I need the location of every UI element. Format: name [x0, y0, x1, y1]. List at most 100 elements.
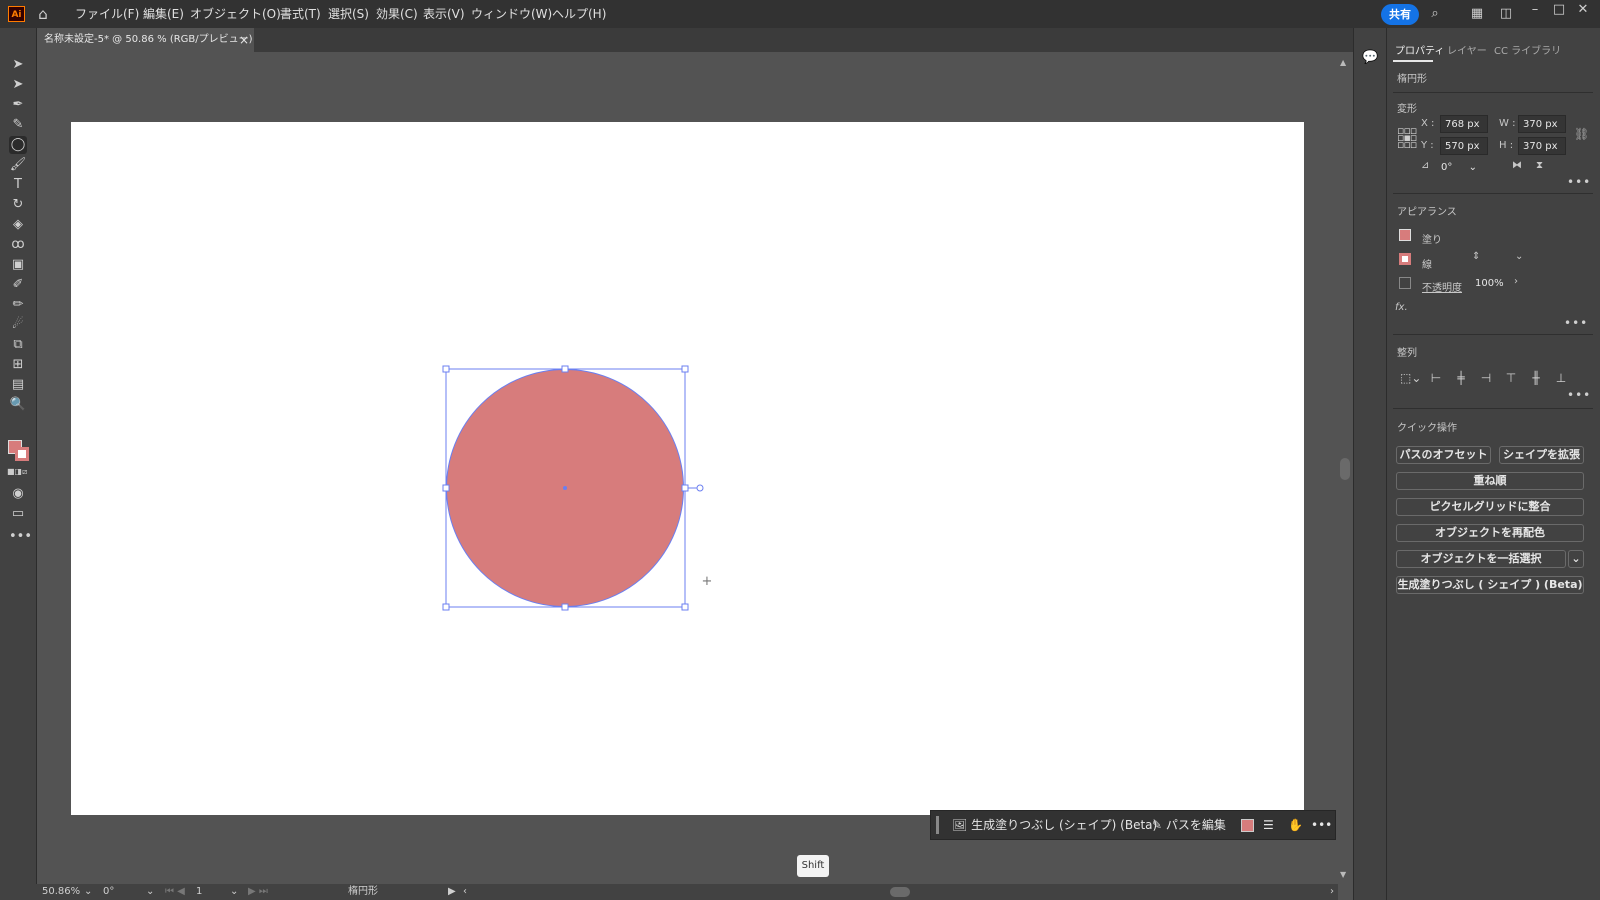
recolor-button[interactable]: オブジェクトを再配色 — [1396, 524, 1584, 542]
eyedropper-tool[interactable]: ✐ — [9, 276, 27, 294]
selection-tool[interactable]: ➤ — [9, 56, 27, 74]
fill-color-swatch[interactable] — [1399, 229, 1411, 241]
menu-window[interactable]: ウィンドウ(W) — [471, 0, 552, 28]
align-bottom-icon[interactable]: ⊥ — [1554, 370, 1568, 386]
stroke-weight-stepper-icon[interactable]: ⇕ — [1472, 251, 1480, 262]
scroll-down-icon[interactable]: ▼ — [1340, 870, 1346, 879]
menu-object[interactable]: オブジェクト(O) — [190, 0, 281, 28]
pencil-tool[interactable]: ✏ — [9, 296, 27, 314]
gradient-tool[interactable]: ▣ — [9, 256, 27, 274]
generative-fill-button[interactable]: 生成塗りつぶし ( シェイプ ) (Beta) — [1396, 576, 1584, 594]
align-to-icon[interactable]: ⬚⌄ — [1400, 370, 1421, 386]
paintbrush-tool[interactable]: 🖌 — [9, 156, 27, 174]
align-left-icon[interactable]: ⊢ — [1429, 370, 1443, 386]
flip-horizontal-icon[interactable]: ⧓ — [1512, 160, 1522, 171]
maximize-icon[interactable]: □ — [1551, 2, 1567, 18]
edit-path-button[interactable]: ✎ パスを編集 — [1152, 810, 1226, 840]
opacity-label[interactable]: 不透明度 — [1422, 279, 1462, 294]
chart-tool[interactable]: ▤ — [9, 376, 27, 394]
vertical-scroll-thumb[interactable] — [1340, 458, 1350, 480]
align-more-icon[interactable]: ••• — [1567, 388, 1591, 402]
rotate-dropdown-icon[interactable]: ⌄ — [146, 885, 154, 899]
align-top-icon[interactable]: ⊤ — [1504, 370, 1518, 386]
opacity-field[interactable]: 100% — [1470, 274, 1510, 292]
eraser-tool[interactable]: ◈ — [9, 216, 27, 234]
select-same-button[interactable]: オブジェクトを一括選択 — [1396, 550, 1566, 568]
status-menu-icon[interactable]: ▶ — [448, 885, 456, 899]
transform-more-icon[interactable]: ••• — [1567, 175, 1591, 189]
opacity-arrow-icon[interactable]: › — [1514, 276, 1518, 287]
gen-fill-button[interactable]: 🖼 生成塗りつぶし (シェイプ) (Beta) — [952, 810, 1157, 840]
draw-mode-icon[interactable]: ◉ — [9, 485, 27, 503]
direct-selection-tool[interactable]: ➤ — [9, 76, 27, 94]
menu-edit[interactable]: 編集(E) — [143, 0, 184, 28]
search-icon[interactable]: ⌕ — [1427, 6, 1443, 22]
lasso-tool[interactable]: ꝏ — [9, 236, 27, 254]
menu-help[interactable]: ヘルプ(H) — [552, 0, 606, 28]
puppet-warp-tool[interactable]: ☄ — [9, 316, 27, 334]
stroke-weight-field[interactable] — [1485, 250, 1515, 268]
drag-handle[interactable] — [936, 816, 939, 834]
curvature-tool[interactable]: ✎ — [9, 116, 27, 134]
hscroll-right-icon[interactable]: › — [1330, 885, 1334, 899]
document-tab[interactable]: 名称未設定-5* @ 50.86 % (RGB/プレビュー) × — [36, 28, 254, 52]
expand-shape-button[interactable]: シェイプを拡張 — [1499, 446, 1584, 464]
select-same-dropdown-icon[interactable]: ⌄ — [1568, 550, 1584, 568]
tab-layers[interactable]: レイヤー — [1447, 42, 1487, 57]
align-vcenter-icon[interactable]: ╫ — [1529, 370, 1543, 386]
angle-dropdown-icon[interactable]: ⌄ — [1469, 159, 1477, 177]
menu-file[interactable]: ファイル(F) — [75, 0, 139, 28]
pie-widget[interactable] — [696, 484, 704, 492]
stroke-weight-dropdown-icon[interactable]: ⌄ — [1515, 251, 1523, 262]
stroke-color-swatch[interactable] — [1399, 253, 1411, 265]
artboard-number-field[interactable]: 1 — [196, 885, 202, 899]
menu-effect[interactable]: 効果(C) — [376, 0, 418, 28]
h-field[interactable]: 370 px — [1518, 137, 1566, 155]
pixel-grid-button[interactable]: ピクセルグリッドに整合 — [1396, 498, 1584, 516]
w-field[interactable]: 370 px — [1518, 115, 1566, 133]
menu-select[interactable]: 選択(S) — [328, 0, 369, 28]
minimize-icon[interactable]: – — [1527, 2, 1543, 18]
rotate-field[interactable]: 0° — [103, 885, 114, 899]
tab-close-icon[interactable]: × — [239, 28, 249, 52]
menu-type[interactable]: 書式(T) — [280, 0, 321, 28]
flip-vertical-icon[interactable]: ⧗ — [1536, 160, 1543, 171]
share-button[interactable]: 共有 — [1381, 4, 1419, 25]
artboard-dropdown-icon[interactable]: ⌄ — [230, 885, 238, 899]
horizontal-scroll-thumb[interactable] — [890, 887, 910, 897]
ctx-fill-swatch[interactable] — [1241, 819, 1254, 832]
zoom-tool[interactable]: 🔍 — [9, 396, 27, 414]
ellipse-tool[interactable]: ◯ — [9, 136, 27, 154]
ctx-stroke-icon[interactable]: ☰ — [1263, 810, 1274, 840]
hscroll-left-icon[interactable]: ‹ — [463, 885, 467, 899]
artboard-tool[interactable]: ⊞ — [9, 356, 27, 374]
appearance-more-icon[interactable]: ••• — [1564, 316, 1588, 330]
color-mode-icon[interactable]: ■◨⧄ — [7, 468, 29, 476]
arrange-button[interactable]: 重ね順 — [1396, 472, 1584, 490]
zoom-field[interactable]: 50.86% — [42, 885, 80, 899]
tab-cc-libraries[interactable]: CC ライブラリ — [1494, 42, 1561, 57]
angle-field[interactable]: 0° ⌄ — [1436, 158, 1482, 176]
workspace-icon[interactable]: ◫ — [1498, 6, 1514, 22]
offset-path-button[interactable]: パスのオフセット — [1396, 446, 1491, 464]
ctx-more-icon[interactable]: ••• — [1311, 810, 1332, 840]
first-artboard-icon[interactable]: ⏮ ◀ — [165, 885, 185, 899]
zoom-dropdown-icon[interactable]: ⌄ — [84, 885, 92, 899]
rotate-tool[interactable]: ↻ — [9, 196, 27, 214]
screen-mode-icon[interactable]: ▭ — [9, 505, 27, 523]
tab-properties[interactable]: プロパティ — [1395, 42, 1444, 57]
fx-icon[interactable]: fx. — [1395, 302, 1408, 313]
scroll-up-icon[interactable]: ▲ — [1340, 58, 1346, 67]
shape-builder-tool[interactable]: ⧉ — [9, 336, 27, 354]
reference-point-icon[interactable]: ▫▫▫ ▫▪▫ ▫▫▫ — [1397, 125, 1417, 150]
pen-tool[interactable]: ✒ — [9, 96, 27, 114]
ctx-recolor-icon[interactable]: ✋ — [1288, 810, 1303, 840]
toolbar-more-icon[interactable]: ••• — [9, 528, 32, 546]
align-right-icon[interactable]: ⊣ — [1479, 370, 1493, 386]
type-tool[interactable]: T — [9, 176, 27, 194]
align-hcenter-icon[interactable]: ╪ — [1454, 370, 1468, 386]
y-field[interactable]: 570 px — [1440, 137, 1488, 155]
menu-view[interactable]: 表示(V) — [423, 0, 465, 28]
constrain-proportions-icon[interactable]: ⛓ — [1574, 127, 1589, 141]
stroke-swatch[interactable] — [15, 447, 29, 461]
